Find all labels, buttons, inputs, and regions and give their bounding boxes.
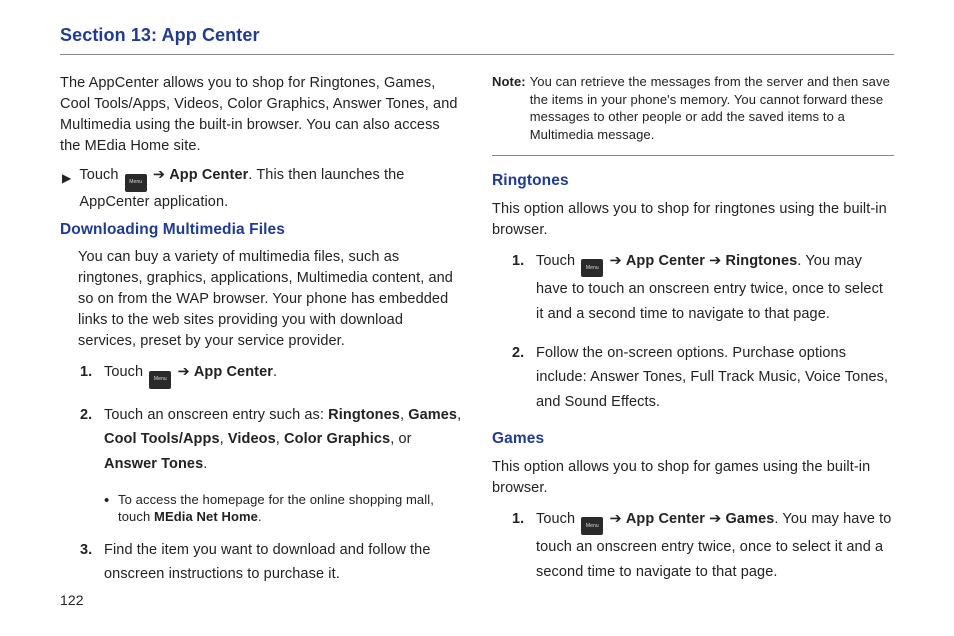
menu-icon: Menu xyxy=(581,517,603,535)
intro-paragraph: The AppCenter allows you to shop for Rin… xyxy=(60,73,462,157)
menu-icon: Menu xyxy=(149,371,171,389)
download-intro: You can buy a variety of multimedia file… xyxy=(60,247,462,352)
games-steps: Touch Menu ➔ App Center ➔ Games. You may… xyxy=(492,507,894,585)
download-steps: Touch Menu ➔ App Center. Touch an onscre… xyxy=(60,360,462,476)
heading-games: Games xyxy=(492,428,894,450)
list-item: Touch Menu ➔ App Center ➔ Games. You may… xyxy=(536,507,894,585)
section-title: Section 13: App Center xyxy=(60,22,894,55)
list-item: Touch an onscreen entry such as: Rington… xyxy=(104,403,462,477)
note-label: Note: xyxy=(492,73,526,143)
note-block: Note: You can retrieve the messages from… xyxy=(492,73,894,156)
page: Section 13: App Center The AppCenter all… xyxy=(0,0,954,636)
heading-downloading: Downloading Multimedia Files xyxy=(60,219,462,241)
play-marker-icon: ▶ xyxy=(62,170,71,187)
list-item: Touch Menu ➔ App Center. xyxy=(104,360,462,389)
games-intro: This option allows you to shop for games… xyxy=(492,457,894,499)
touch-instruction-text: Touch Menu ➔ App Center. This then launc… xyxy=(79,165,462,213)
sub-bullet: To access the homepage for the online sh… xyxy=(60,491,462,526)
list-item: Touch Menu ➔ App Center ➔ Ringtones. You… xyxy=(536,249,894,327)
ringtones-steps: Touch Menu ➔ App Center ➔ Ringtones. You… xyxy=(492,249,894,415)
left-column: The AppCenter allows you to shop for Rin… xyxy=(60,73,462,601)
menu-icon: Menu xyxy=(125,174,147,192)
content-columns: The AppCenter allows you to shop for Rin… xyxy=(60,73,894,601)
list-item: Follow the on-screen options. Purchase o… xyxy=(536,341,894,415)
list-item: Find the item you want to download and f… xyxy=(104,538,462,587)
ringtones-intro: This option allows you to shop for ringt… xyxy=(492,199,894,241)
right-column: Note: You can retrieve the messages from… xyxy=(492,73,894,601)
heading-ringtones: Ringtones xyxy=(492,170,894,192)
touch-instruction-row: ▶ Touch Menu ➔ App Center. This then lau… xyxy=(60,165,462,213)
download-steps-cont: Find the item you want to download and f… xyxy=(60,538,462,587)
note-body: You can retrieve the messages from the s… xyxy=(530,73,894,143)
menu-icon: Menu xyxy=(581,259,603,277)
page-number: 122 xyxy=(60,590,84,610)
